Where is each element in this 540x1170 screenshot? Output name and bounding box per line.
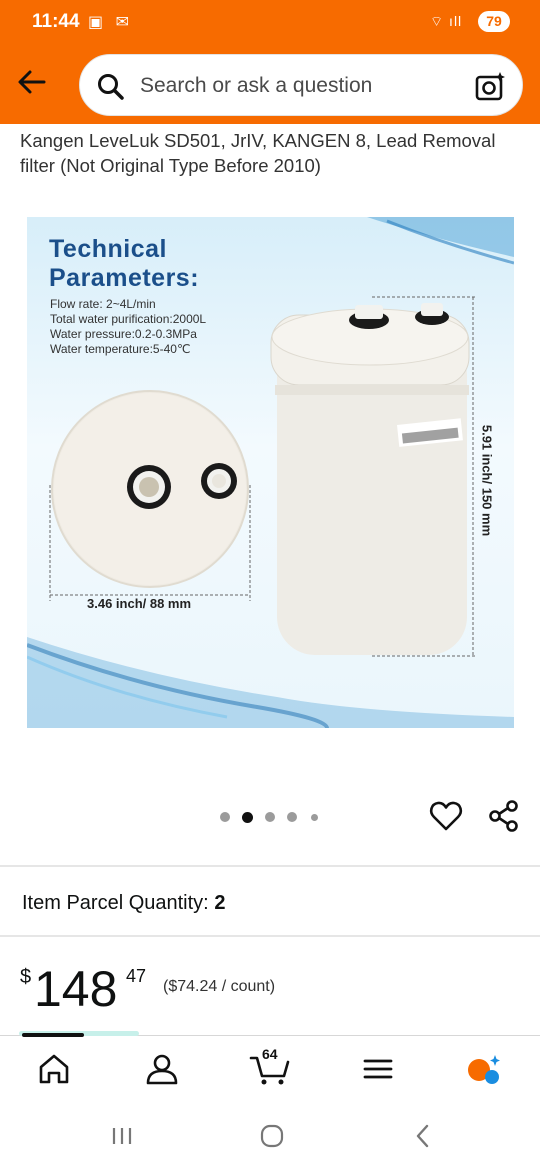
cart-button[interactable]: 64	[248, 1046, 292, 1086]
image-heading: Technical Parameters:	[49, 235, 199, 293]
price-fraction: 47	[126, 966, 147, 986]
spec-line: Water pressure:0.2-0.3MPa	[50, 327, 197, 341]
product-title-line-1: Kangen LeveLuk SD501, JrIV, KANGEN 8, Le…	[20, 130, 496, 151]
product-title-line-2: filter (Not Original Type Before 2010)	[20, 155, 321, 176]
nav-active-indicator	[22, 1033, 84, 1037]
system-back-icon[interactable]	[408, 1121, 438, 1151]
divider	[0, 935, 540, 937]
heart-icon[interactable]	[428, 798, 464, 834]
recent-apps-icon[interactable]	[107, 1121, 137, 1151]
parcel-quantity-value: 2	[214, 892, 226, 914]
status-bar: 11:44 ▣ ✉ ⌔ ıll 79	[0, 0, 540, 44]
spec-list: Flow rate: 2~4L/min Total water purifica…	[50, 297, 206, 357]
carousel-dot	[287, 812, 297, 822]
share-icon[interactable]	[486, 798, 522, 834]
parcel-quantity-label: Item Parcel Quantity:	[22, 892, 209, 914]
status-time: 11:44	[32, 11, 80, 32]
carousel-dot	[220, 812, 230, 822]
search-bar[interactable]: Search or ask a question	[79, 54, 523, 116]
home-icon[interactable]	[34, 1052, 74, 1086]
price-currency: $	[20, 966, 32, 988]
signal-icon: ⌔ ıll	[430, 13, 463, 29]
cart-count: 64	[262, 1046, 278, 1062]
account-icon[interactable]	[142, 1052, 182, 1086]
carousel-dot-active	[242, 812, 253, 823]
height-dimension-label: 5.91 inch/ 150 mm	[479, 424, 495, 537]
spec-line: Water temperature:5-40℃	[50, 342, 191, 356]
disc-dimension-label: 3.46 inch/ 88 mm	[87, 596, 192, 611]
divider	[0, 865, 540, 867]
menu-icon[interactable]	[358, 1052, 398, 1086]
unit-price: ($74.24 / count)	[163, 978, 276, 995]
notification-icons: ▣ ✉	[88, 14, 133, 31]
carousel-dot	[311, 814, 318, 821]
parcel-quantity: Item Parcel Quantity: 2	[22, 892, 225, 915]
image-heading-line-1: Technical	[49, 235, 167, 263]
product-illustration	[27, 217, 514, 728]
product-title: Kangen LeveLuk SD501, JrIV, KANGEN 8, Le…	[20, 116, 525, 180]
app-header: 11:44 ▣ ✉ ⌔ ıll 79 Search or ask a quest…	[0, 0, 540, 124]
carousel-dot	[265, 812, 275, 822]
back-arrow-icon[interactable]	[14, 64, 50, 100]
home-circle-icon[interactable]	[257, 1121, 287, 1151]
search-icon	[98, 74, 124, 100]
system-nav-bar	[0, 1101, 540, 1170]
battery-indicator: 79	[478, 11, 510, 32]
spec-line: Flow rate: 2~4L/min	[50, 297, 156, 311]
camera-search-icon[interactable]	[474, 69, 508, 103]
price-whole: 148	[34, 961, 118, 1017]
rufus-ai-icon[interactable]	[464, 1052, 504, 1086]
search-input[interactable]: Search or ask a question	[140, 74, 372, 98]
spec-line: Total water purification:2000L	[50, 312, 207, 326]
bottom-nav: 64	[0, 1031, 540, 1101]
image-heading-line-2: Parameters:	[49, 264, 200, 292]
product-image[interactable]: Technical Parameters: Flow rate: 2~4L/mi…	[27, 217, 514, 728]
